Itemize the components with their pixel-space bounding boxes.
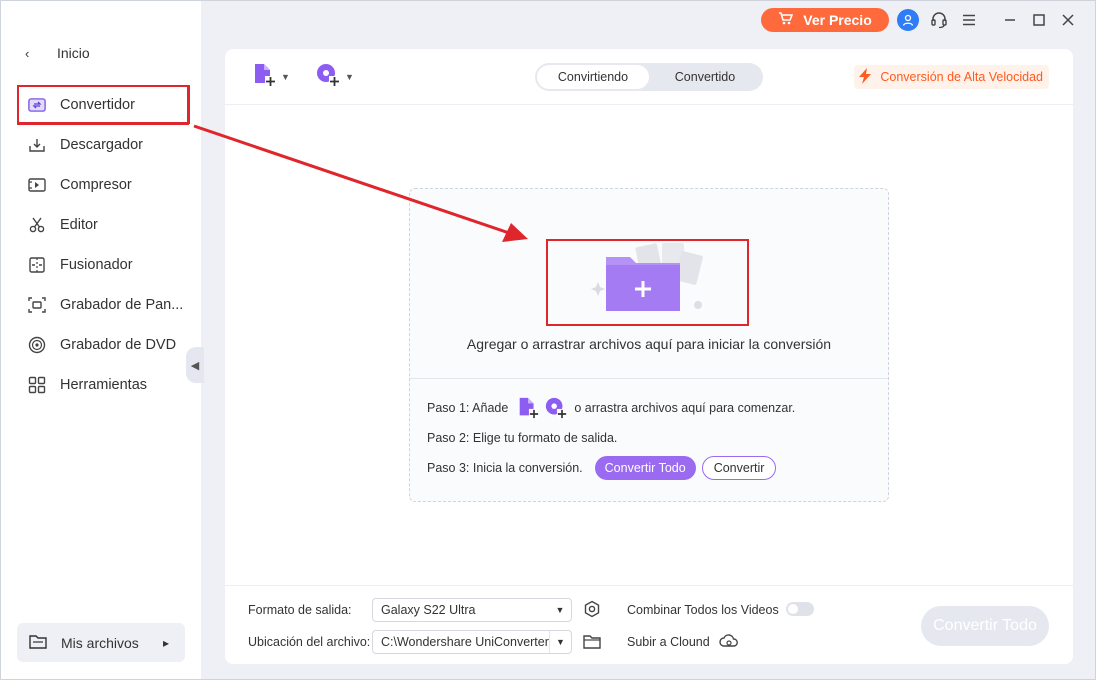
- sidebar-item-label: Grabador de DVD: [60, 337, 177, 353]
- output-format-value: Galaxy S22 Ultra: [381, 603, 476, 617]
- drop-zone-text: Agregar o arrastrar archivos aquí para i…: [466, 336, 832, 352]
- merge-videos-label: Combinar Todos los Videos: [627, 603, 779, 617]
- sidebar-item-label: Compresor: [60, 177, 132, 193]
- sidebar: ‹ Inicio Convertidor Descargador Compres…: [1, 1, 201, 679]
- add-disc-icon[interactable]: [544, 396, 568, 420]
- sidebar-item-convertidor[interactable]: Convertidor: [17, 85, 189, 125]
- cloud-upload-icon[interactable]: [719, 631, 739, 651]
- close-icon[interactable]: [1057, 9, 1079, 31]
- add-dvd-button[interactable]: ▼: [315, 63, 354, 91]
- compress-icon: [27, 175, 47, 195]
- sidebar-item-label: Grabador de Pan...: [60, 297, 184, 313]
- add-disc-icon: [315, 62, 341, 93]
- step-3-text: Paso 3: Inicia la conversión.: [427, 461, 583, 475]
- highlight-box-folder: [546, 239, 749, 326]
- add-files-button[interactable]: ▼: [251, 63, 290, 91]
- sidebar-item-fusionador[interactable]: Fusionador: [17, 245, 189, 285]
- step-3: Paso 3: Inicia la conversión. Convertir …: [427, 453, 871, 483]
- headset-support-icon[interactable]: [928, 9, 950, 31]
- chevron-left-icon: ‹: [25, 45, 30, 61]
- screen-record-icon: [27, 295, 47, 315]
- chevron-down-icon: ▼: [549, 631, 571, 653]
- app-window: ‹ Inicio Convertidor Descargador Compres…: [0, 0, 1096, 680]
- download-icon: [27, 135, 47, 155]
- convert-all-button[interactable]: Convertir Todo: [921, 606, 1049, 646]
- chevron-down-icon: ▼: [345, 72, 354, 82]
- status-tabs: Convirtiendo Convertido: [535, 63, 763, 91]
- chevron-left-icon: ◀: [190, 359, 200, 372]
- step-2-text: Paso 2: Elige tu formato de salida.: [427, 431, 618, 445]
- sidebar-item-grabador-dvd[interactable]: Grabador de DVD: [17, 325, 189, 365]
- sidebar-item-label: Convertidor: [60, 97, 135, 113]
- sidebar-item-label: Herramientas: [60, 377, 148, 393]
- file-location-value: C:\Wondershare UniConverter: [381, 635, 549, 649]
- add-file-icon: [251, 62, 277, 93]
- disc-icon: [27, 335, 47, 355]
- chevron-down-icon: ▼: [555, 605, 565, 615]
- view-price-label: Ver Precio: [803, 12, 872, 28]
- high-speed-conversion-toggle[interactable]: Conversión de Alta Velocidad: [854, 65, 1049, 89]
- convert-pill[interactable]: Convertir: [701, 456, 777, 480]
- menu-icon[interactable]: [958, 9, 980, 31]
- merge-icon: [27, 255, 47, 275]
- output-format-select[interactable]: Galaxy S22 Ultra ▼: [372, 598, 572, 622]
- sidebar-item-label: Fusionador: [60, 257, 133, 273]
- file-location-select[interactable]: C:\Wondershare UniConverter ▼: [372, 630, 572, 654]
- drop-zone-upper: Agregar o arrastrar archivos aquí para i…: [410, 189, 888, 379]
- scissors-icon: [27, 215, 47, 235]
- sidebar-nav: Convertidor Descargador Compresor Editor: [17, 85, 189, 405]
- minimize-icon[interactable]: [999, 9, 1021, 31]
- output-format-label: Formato de salida:: [248, 603, 352, 617]
- sidebar-item-herramientas[interactable]: Herramientas: [17, 365, 189, 405]
- main-panel: ▼ ▼ Convirtiendo Convertido Conversión d…: [225, 49, 1073, 664]
- step-1-suffix: o arrastra archivos aquí para comenzar.: [574, 401, 796, 415]
- open-folder-icon[interactable]: [582, 631, 602, 651]
- user-avatar-icon[interactable]: [897, 9, 919, 31]
- sidebar-item-editor[interactable]: Editor: [17, 205, 189, 245]
- sidebar-collapse-toggle[interactable]: ◀: [186, 347, 204, 383]
- my-files-button[interactable]: Mis archivos ▸: [17, 623, 185, 662]
- back-label: Inicio: [57, 45, 90, 61]
- sidebar-item-descargador[interactable]: Descargador: [17, 125, 189, 165]
- back-to-home[interactable]: ‹ Inicio: [25, 41, 90, 65]
- step-1-prefix: Paso 1: Añade: [427, 401, 509, 415]
- footer-bar: Formato de salida: Galaxy S22 Ultra ▼ Ub…: [225, 585, 1073, 664]
- tab-convirtiendo[interactable]: Convirtiendo: [537, 65, 649, 89]
- add-file-icon[interactable]: [516, 396, 540, 420]
- converter-icon: [27, 95, 47, 115]
- chevron-down-icon: ▼: [281, 72, 290, 82]
- step-2: Paso 2: Elige tu formato de salida.: [427, 423, 871, 453]
- toolbar: ▼ ▼ Convirtiendo Convertido Conversión d…: [225, 49, 1073, 105]
- step-1: Paso 1: Añade o arrastra archivos aquí p…: [427, 393, 871, 423]
- cart-icon: [778, 12, 794, 28]
- title-bar: Ver Precio: [201, 1, 1095, 41]
- sidebar-item-compresor[interactable]: Compresor: [17, 165, 189, 205]
- format-settings-icon[interactable]: [582, 599, 602, 619]
- sidebar-item-grabador-pantalla[interactable]: Grabador de Pan...: [17, 285, 189, 325]
- drop-zone[interactable]: Agregar o arrastrar archivos aquí para i…: [409, 188, 889, 502]
- convert-all-pill[interactable]: Convertir Todo: [594, 456, 696, 480]
- maximize-icon[interactable]: [1028, 9, 1050, 31]
- tab-convertido[interactable]: Convertido: [649, 65, 761, 89]
- grid-icon: [27, 375, 47, 395]
- upload-cloud-label: Subir a Clound: [627, 635, 710, 649]
- merge-videos-toggle[interactable]: [786, 602, 814, 616]
- sidebar-item-label: Descargador: [60, 137, 144, 153]
- my-files-label: Mis archivos: [61, 634, 139, 651]
- steps-list: Paso 1: Añade o arrastra archivos aquí p…: [427, 393, 871, 483]
- folder-icon: [29, 634, 47, 652]
- chevron-right-icon: ▸: [162, 635, 169, 650]
- high-speed-label: Conversión de Alta Velocidad: [880, 70, 1043, 84]
- file-location-label: Ubicación del archivo:: [248, 635, 371, 649]
- view-price-button[interactable]: Ver Precio: [761, 8, 889, 32]
- lightning-icon: [858, 67, 872, 87]
- sidebar-item-label: Editor: [60, 217, 98, 233]
